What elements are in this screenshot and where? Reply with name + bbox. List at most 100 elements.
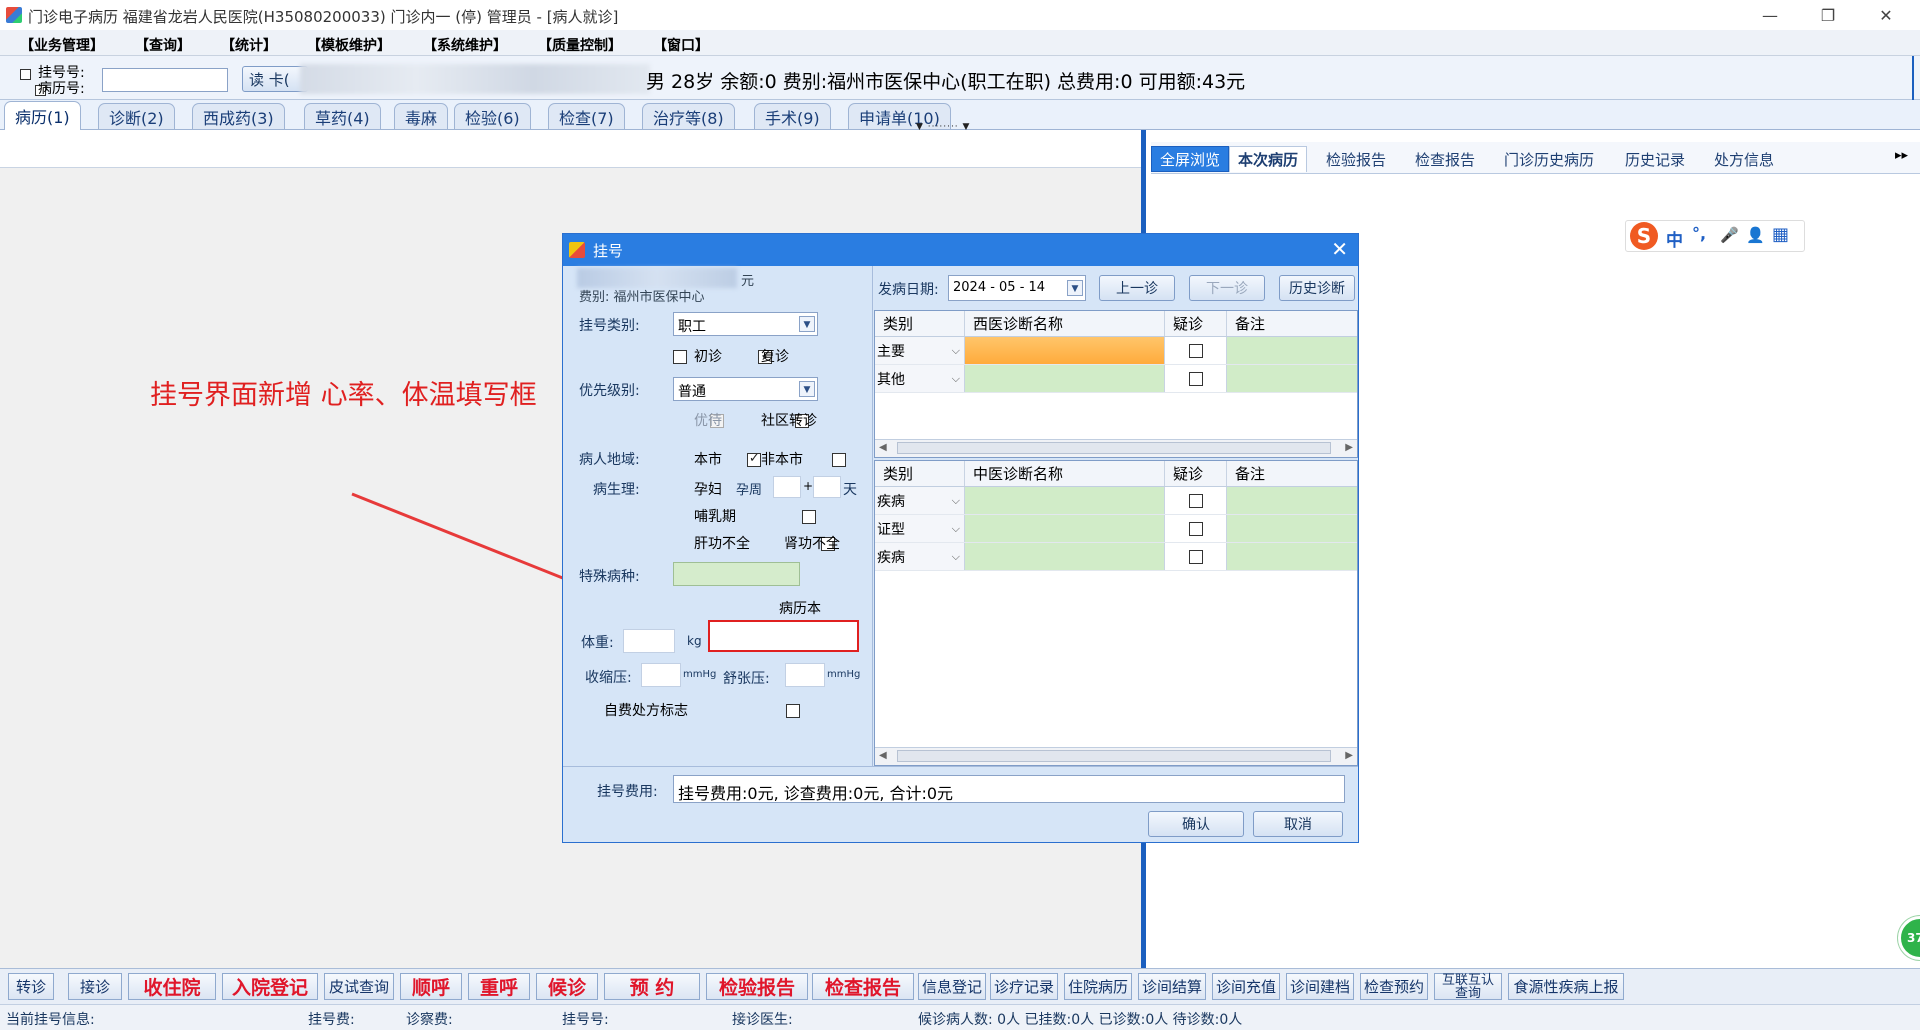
dialog-close-icon[interactable]: ✕ xyxy=(1331,237,1348,261)
splitter-grip[interactable]: ▼ ········ ▼ xyxy=(916,122,1006,132)
suspected-checkbox[interactable] xyxy=(1188,343,1203,358)
tab-western-medicine[interactable]: 西成药(3) xyxy=(192,103,285,129)
tab-narcotic[interactable]: 毒麻 xyxy=(394,103,449,129)
tab-diagnosis[interactable]: 诊断(2) xyxy=(98,103,175,129)
remark-cell[interactable] xyxy=(1227,487,1357,514)
read-card-button[interactable]: 读 卡( xyxy=(242,66,308,92)
scroll-thumb[interactable] xyxy=(897,750,1331,762)
tab-current-record[interactable]: 本次病历 xyxy=(1229,146,1308,172)
exam-booking-button[interactable]: 检查预约 xyxy=(1360,973,1428,1000)
table-row[interactable]: 主要 ⌵ xyxy=(875,337,1357,365)
row-tcm-name-cell[interactable] xyxy=(965,515,1165,542)
scroll-right-icon[interactable]: ▶ xyxy=(1345,442,1353,453)
table-row[interactable]: 证型 ⌵ xyxy=(875,515,1357,543)
patient-no-input[interactable] xyxy=(102,68,228,92)
row-tcm-name-cell[interactable] xyxy=(965,543,1165,570)
row-tcm-name-cell[interactable] xyxy=(965,487,1165,514)
exam-report-button[interactable]: 检查报告 xyxy=(812,973,914,1000)
restore-button[interactable]: ❐ xyxy=(1800,0,1856,30)
ime-mic-icon[interactable]: 🎤 xyxy=(1720,226,1739,244)
tab-herbal[interactable]: 草药(4) xyxy=(304,103,381,129)
special-disease-input[interactable] xyxy=(673,562,800,586)
suspected-checkbox[interactable] xyxy=(1188,493,1203,508)
appointment-button[interactable]: 预 约 xyxy=(604,973,700,1000)
suspected-cell[interactable] xyxy=(1165,337,1227,364)
heart-rate-temp-highlight-box[interactable] xyxy=(708,620,859,652)
menu-business[interactable]: 【业务管理】 xyxy=(20,35,104,55)
sequential-call-button[interactable]: 顺呼 xyxy=(400,973,462,1000)
minimize-button[interactable]: — xyxy=(1742,0,1798,30)
reg-type-select[interactable]: 职工 ▼ xyxy=(673,312,818,336)
remark-cell[interactable] xyxy=(1227,515,1357,542)
suspected-cell[interactable] xyxy=(1165,515,1227,542)
row-category-select[interactable]: 其他 ⌵ xyxy=(875,365,965,392)
gest-day-input[interactable] xyxy=(813,476,841,498)
diastolic-input[interactable] xyxy=(785,663,825,687)
onset-date-picker[interactable]: 2024 - 05 - 14 ▼ xyxy=(948,275,1086,301)
tab-exam-report[interactable]: 检查报告 xyxy=(1407,146,1483,172)
menu-system[interactable]: 【系统维护】 xyxy=(423,35,507,55)
suspected-checkbox[interactable] xyxy=(1188,521,1203,536)
lactation-checkbox[interactable] xyxy=(802,510,817,524)
tab-history-record[interactable]: 历史记录 xyxy=(1617,146,1693,172)
tab-exam[interactable]: 检查(7) xyxy=(548,103,625,129)
row-western-name-cell[interactable] xyxy=(965,365,1165,392)
tab-treatment[interactable]: 治疗等(8) xyxy=(642,103,735,129)
horizontal-scrollbar[interactable]: ◀ ▶ xyxy=(875,747,1357,765)
tab-outpatient-history[interactable]: 门诊历史病历 xyxy=(1496,146,1602,172)
inpatient-record-button[interactable]: 住院病历 xyxy=(1064,973,1132,1000)
horizontal-scrollbar[interactable]: ◀ ▶ xyxy=(875,439,1357,457)
row-western-name-cell[interactable] xyxy=(965,337,1165,364)
scroll-left-icon[interactable]: ◀ xyxy=(879,750,887,761)
table-row[interactable]: 疾病 ⌵ xyxy=(875,543,1357,571)
remark-cell[interactable] xyxy=(1227,543,1357,570)
ime-toolbar[interactable]: S 中 °, 🎤 👤 ▦ xyxy=(1625,220,1805,252)
tab-fullscreen[interactable]: 全屏浏览 xyxy=(1151,146,1230,172)
remark-cell[interactable] xyxy=(1227,365,1357,392)
menu-window[interactable]: 【窗口】 xyxy=(653,35,709,55)
reg-no-radio[interactable] xyxy=(20,68,31,80)
local-checkbox[interactable] xyxy=(746,451,761,467)
tab-lab-report[interactable]: 检验报告 xyxy=(1318,146,1394,172)
suspected-checkbox[interactable] xyxy=(1188,371,1203,386)
cancel-button[interactable]: 取消 xyxy=(1253,811,1343,837)
accept-button[interactable]: 接诊 xyxy=(68,973,122,1000)
scroll-thumb[interactable] xyxy=(897,442,1331,454)
clinic-filing-button[interactable]: 诊间建档 xyxy=(1286,973,1354,1000)
admit-button[interactable]: 收住院 xyxy=(128,973,216,1000)
first-visit-checkbox[interactable] xyxy=(673,350,687,364)
ime-chinese-icon[interactable]: 中 xyxy=(1666,226,1683,251)
tab-prescription-info[interactable]: 处方信息 xyxy=(1706,146,1782,172)
info-register-button[interactable]: 信息登记 xyxy=(918,973,986,1000)
nonlocal-checkbox[interactable] xyxy=(832,453,847,467)
priority-select[interactable]: 普通 ▼ xyxy=(673,377,818,401)
systolic-input[interactable] xyxy=(641,663,681,687)
row-category-select[interactable]: 疾病 ⌵ xyxy=(875,487,965,514)
gest-week-input[interactable] xyxy=(773,476,801,498)
clinic-settlement-button[interactable]: 诊间结算 xyxy=(1138,973,1206,1000)
menu-template[interactable]: 【模板维护】 xyxy=(307,35,391,55)
suspected-cell[interactable] xyxy=(1165,365,1227,392)
prev-visit-button[interactable]: 上一诊 xyxy=(1099,275,1175,301)
scroll-left-icon[interactable]: ◀ xyxy=(879,442,887,453)
close-window-button[interactable]: ✕ xyxy=(1858,0,1914,30)
self-pay-checkbox[interactable] xyxy=(785,704,800,718)
skin-test-query-button[interactable]: 皮试查询 xyxy=(324,973,394,1000)
floating-badge[interactable]: 37 xyxy=(1898,916,1920,960)
transfer-button[interactable]: 转诊 xyxy=(8,973,54,1000)
history-diagnosis-button[interactable]: 历史诊断 xyxy=(1279,275,1355,301)
admission-register-button[interactable]: 入院登记 xyxy=(222,973,318,1000)
tab-surgery[interactable]: 手术(9) xyxy=(754,103,831,129)
recall-button[interactable]: 重呼 xyxy=(468,973,530,1000)
suspected-checkbox[interactable] xyxy=(1188,549,1203,564)
ime-user-icon[interactable]: 👤 xyxy=(1746,226,1765,244)
lab-report-button[interactable]: 检验报告 xyxy=(706,973,808,1000)
suspected-cell[interactable] xyxy=(1165,543,1227,570)
ime-punct-icon[interactable]: °, xyxy=(1692,224,1706,243)
more-tabs-icon[interactable]: ▸▸ xyxy=(1895,148,1908,163)
treatment-record-button[interactable]: 诊疗记录 xyxy=(990,973,1058,1000)
waiting-button[interactable]: 候诊 xyxy=(536,973,598,1000)
scroll-right-icon[interactable]: ▶ xyxy=(1345,750,1353,761)
menu-quality[interactable]: 【质量控制】 xyxy=(538,35,622,55)
ime-grid-icon[interactable]: ▦ xyxy=(1772,224,1789,245)
